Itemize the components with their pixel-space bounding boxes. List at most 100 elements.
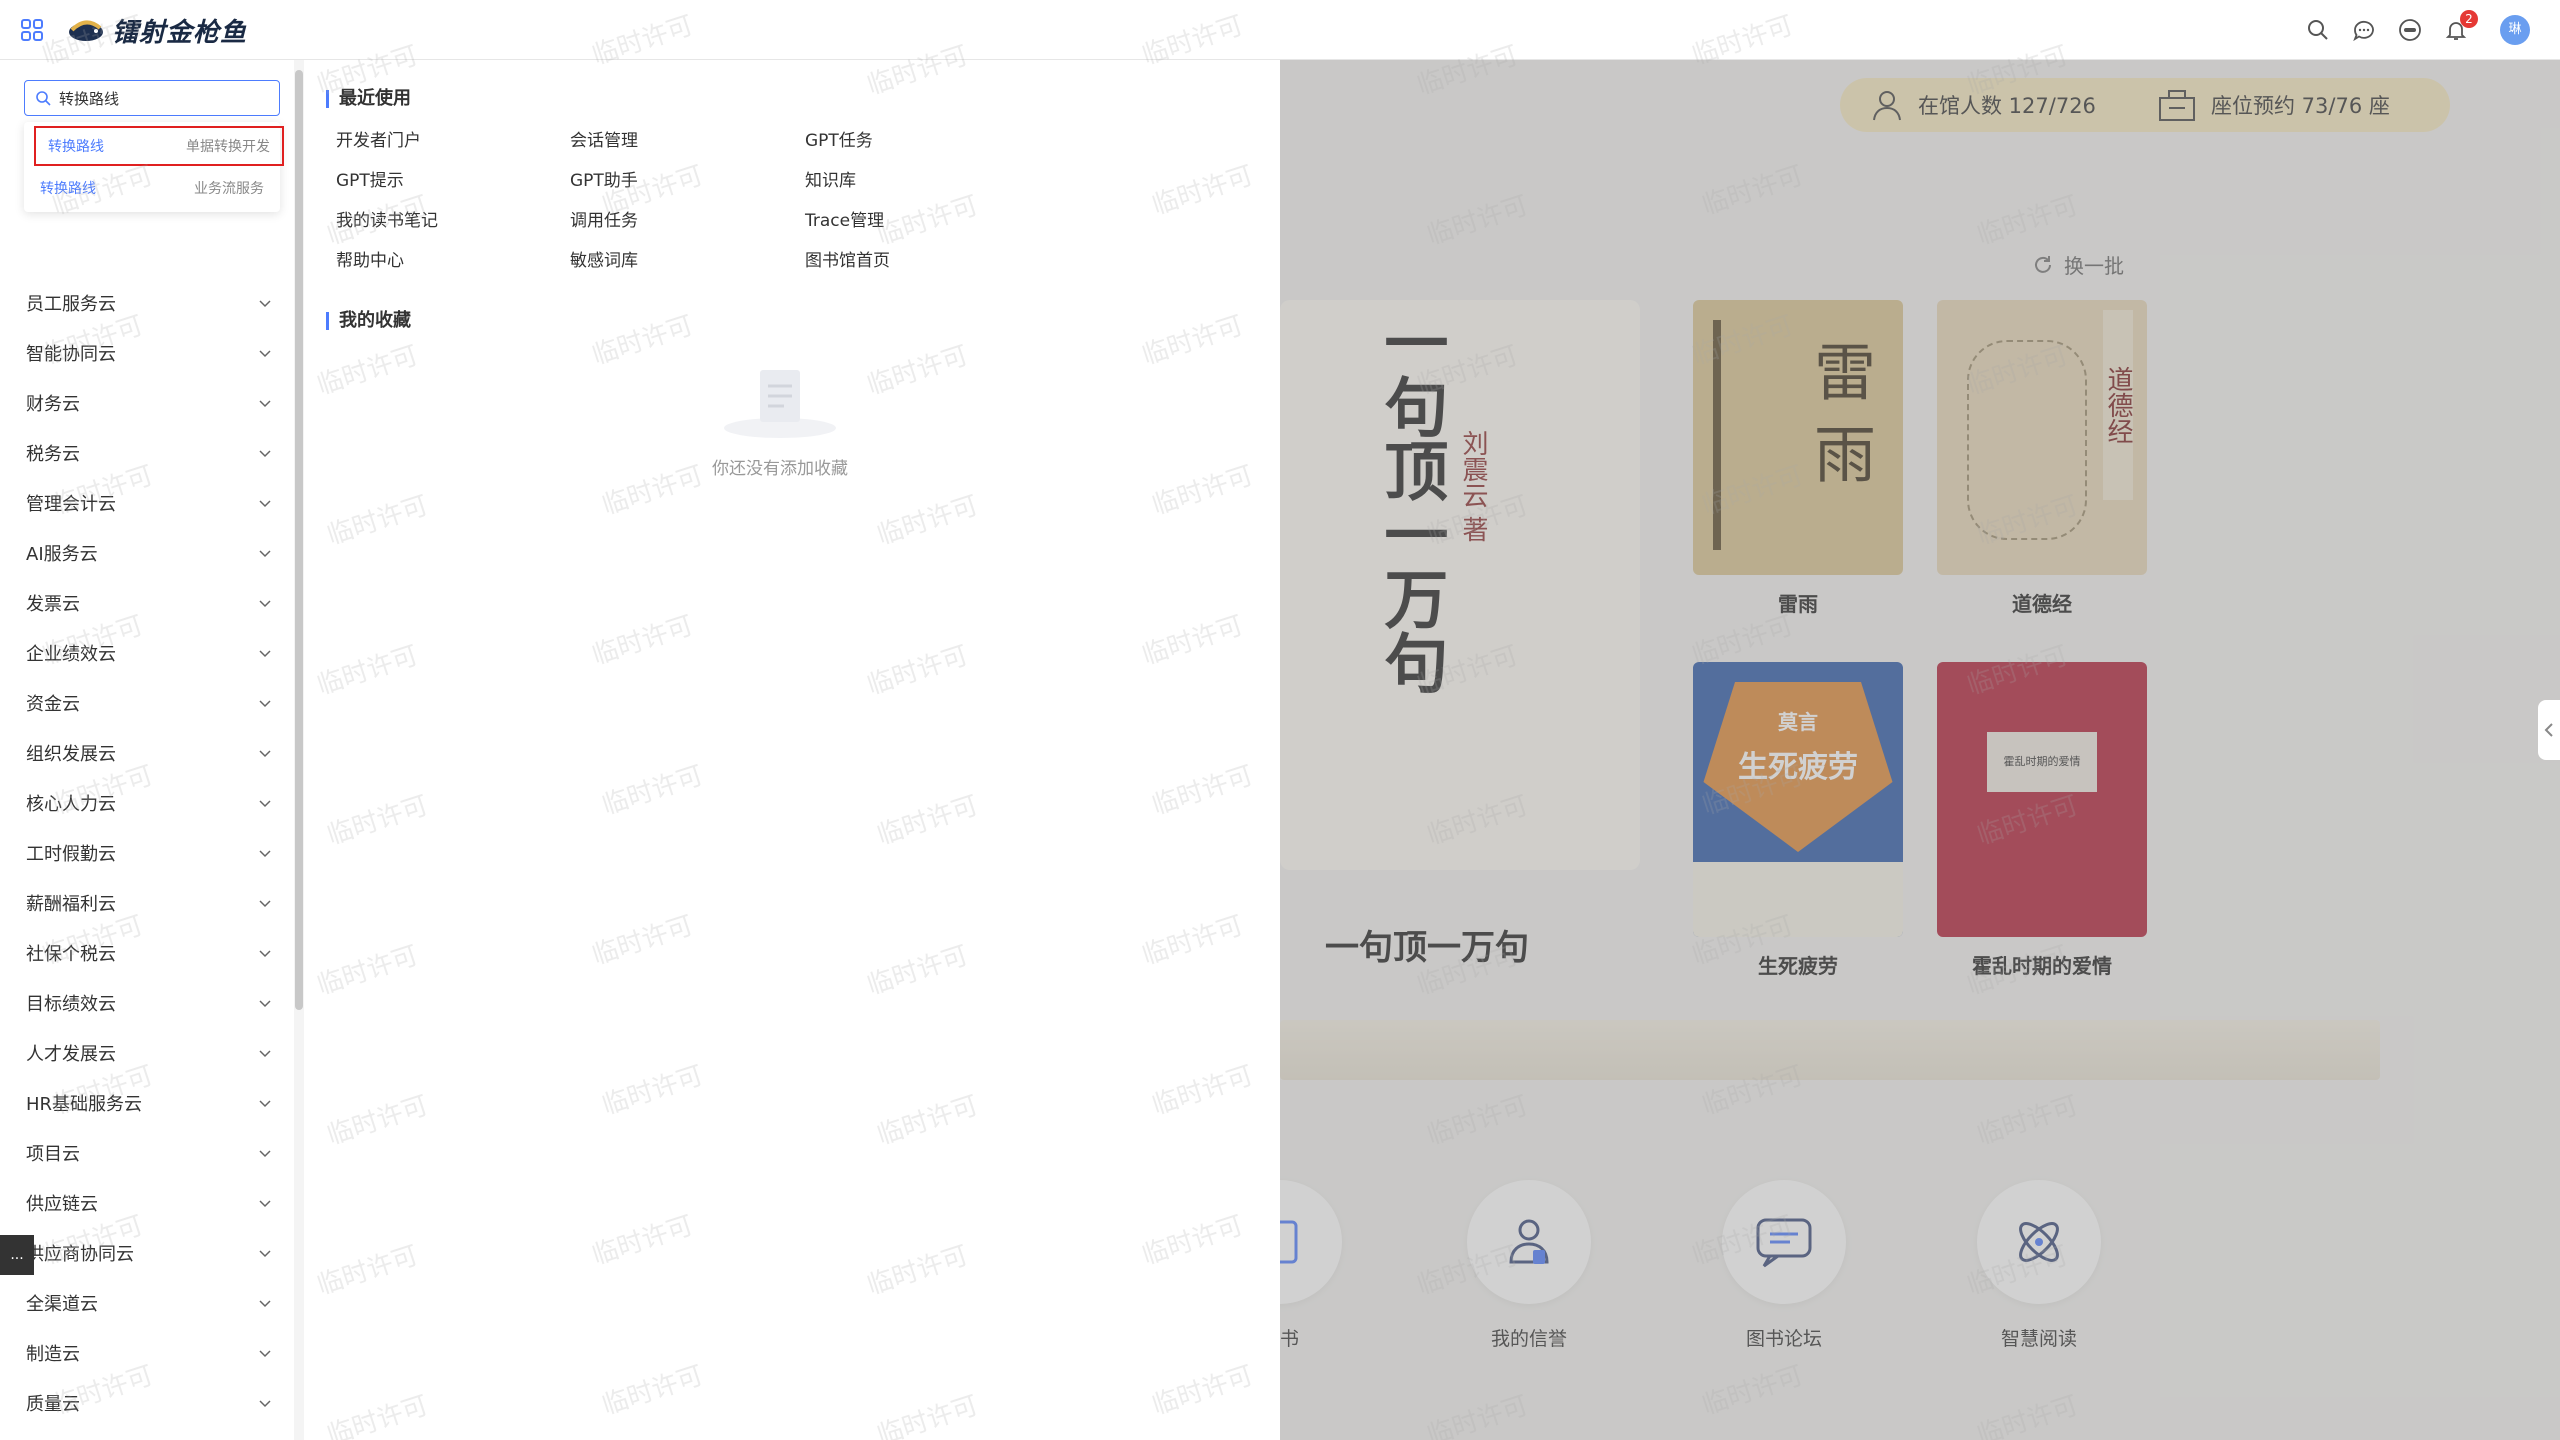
- chevron-down-icon: [259, 1050, 271, 1058]
- recent-link[interactable]: 开发者门户: [336, 126, 421, 151]
- sidebar-item-label: 管理会计云: [26, 494, 116, 515]
- sidebar-item-label: 财务云: [26, 394, 80, 415]
- sidebar-item[interactable]: 核心人力云: [0, 778, 296, 828]
- sidebar-item[interactable]: 资金云: [0, 678, 296, 728]
- sidebar-item[interactable]: 组织发展云: [0, 728, 296, 778]
- recent-link[interactable]: 我的读书笔记: [336, 206, 438, 231]
- app-grid-icon[interactable]: [20, 18, 44, 42]
- book-cover-shengsipilao-author: 莫言: [1778, 710, 1818, 734]
- refresh-button[interactable]: 换一批: [2032, 250, 2124, 279]
- shortcut-books[interactable]: 图书: [1280, 1180, 1380, 1351]
- visitor-count: 在馆人数 127/726: [1918, 94, 2096, 118]
- visitor-stat: 在馆人数 127/726: [1870, 88, 2133, 122]
- sidebar-item[interactable]: 智能协同云: [0, 328, 296, 378]
- recent-link[interactable]: 调用任务: [570, 206, 638, 231]
- sidebar-item[interactable]: 管理会计云: [0, 478, 296, 528]
- book-cover-daodejing[interactable]: 道德经: [1937, 300, 2147, 575]
- sidebar-item[interactable]: 供应链云: [0, 1178, 296, 1228]
- recent-link[interactable]: GPT提示: [336, 166, 404, 191]
- side-collapse-handle[interactable]: [2538, 700, 2560, 760]
- sidebar-item[interactable]: 人才发展云: [0, 1028, 296, 1078]
- menu-category-list: 员工服务云智能协同云财务云税务云管理会计云 AI服务云 发票云企业绩效云资金云组织发…: [0, 278, 296, 1440]
- book-cover-leiyu[interactable]: 雷 雨: [1693, 300, 1903, 575]
- sidebar-item[interactable]: 企业绩效云: [0, 628, 296, 678]
- app-logo[interactable]: 镭射金枪鱼: [66, 8, 247, 52]
- chevron-down-icon: [259, 1400, 271, 1408]
- sidebar-item[interactable]: 制造云: [0, 1328, 296, 1378]
- more-icon[interactable]: [2398, 18, 2422, 42]
- user-icon: [1873, 91, 1901, 121]
- sidebar-item-label: 核心人力云: [26, 794, 116, 815]
- sidebar-item[interactable]: 财务云: [0, 378, 296, 428]
- recent-link[interactable]: GPT助手: [570, 166, 638, 191]
- menu-sidebar: 转换路线 单据转换开发 转换路线 业务流服务 员工服务云智能协同云财务云税务云管…: [0, 60, 304, 1440]
- logo-text: 镭射金枪鱼: [112, 17, 248, 48]
- refresh-label: 换一批: [2064, 254, 2124, 278]
- message-icon[interactable]: [2352, 18, 2376, 42]
- recent-link[interactable]: 知识库: [805, 166, 856, 191]
- sidebar-item[interactable]: 工时假勤云: [0, 828, 296, 878]
- sidebar-item-label: 社保个税云: [26, 944, 116, 965]
- book-cover-shengsipilao-text: 生死疲劳: [1738, 750, 1858, 785]
- chevron-down-icon: [259, 500, 271, 508]
- sidebar-item[interactable]: 社保个税云: [0, 928, 296, 978]
- sidebar-item-label: 供应链云: [26, 1194, 98, 1215]
- book-cover-huoluan[interactable]: 霍乱时期的爱情: [1937, 662, 2147, 937]
- sidebar-item[interactable]: 全渠道云: [0, 1278, 296, 1328]
- search-icon[interactable]: [2306, 18, 2330, 42]
- sidebar-item[interactable]: AI服务云: [0, 528, 296, 578]
- featured-book-caption: 一句顶一万句: [1325, 928, 1529, 968]
- recent-link[interactable]: 会话管理: [570, 126, 638, 151]
- recent-link[interactable]: 图书馆首页: [805, 246, 890, 271]
- atom-icon: [2019, 1222, 2059, 1262]
- header-actions: 2 琳: [2306, 10, 2530, 46]
- sidebar-item[interactable]: 质量云: [0, 1378, 296, 1428]
- sidebar-item-label: 薪酬福利云: [26, 894, 116, 915]
- shortcut-smart-reading[interactable]: 智慧阅读: [1939, 1180, 2139, 1351]
- sidebar-item[interactable]: 供应链和制造服务云: [0, 1428, 296, 1440]
- chevron-down-icon: [259, 400, 271, 408]
- book-cover-shengsipilao[interactable]: 莫言 生死疲劳: [1693, 662, 1903, 937]
- recent-link[interactable]: 敏感词库: [570, 246, 638, 271]
- sidebar-item-label: 工时假勤云: [26, 844, 116, 865]
- sidebar-item[interactable]: 税务云: [0, 428, 296, 478]
- sidebar-item[interactable]: HR基础服务云: [0, 1078, 296, 1128]
- sidebar-item-label: 资金云: [26, 694, 80, 715]
- recent-link[interactable]: Trace管理: [805, 206, 884, 231]
- shortcut-forum[interactable]: 图书论坛: [1684, 1180, 1884, 1351]
- sidebar-item-label: 人才发展云: [26, 1044, 116, 1065]
- notification-button[interactable]: 2: [2444, 10, 2478, 42]
- sidebar-item[interactable]: 项目云: [0, 1128, 296, 1178]
- sidebar-item[interactable]: 发票云: [0, 578, 296, 628]
- search-result-item[interactable]: 转换路线 业务流服务: [24, 168, 280, 208]
- book-title-shengsipilao: 生死疲劳: [1758, 954, 1838, 978]
- sidebar-item[interactable]: 供应商协同云: [0, 1228, 296, 1278]
- chevron-down-icon: [259, 750, 271, 758]
- chevron-down-icon: [259, 600, 271, 608]
- menu-search-input[interactable]: [59, 89, 269, 107]
- sidebar-item[interactable]: 目标绩效云: [0, 978, 296, 1028]
- chevron-down-icon: [259, 1350, 271, 1358]
- menu-search-box[interactable]: [24, 80, 280, 116]
- sidebar-item-label: 目标绩效云: [26, 994, 116, 1015]
- featured-book-card[interactable]: 一句顶一万句 刘震云 著: [1280, 300, 1640, 870]
- floating-more-tab[interactable]: ...: [0, 1235, 34, 1275]
- sidebar-item-label: 税务云: [26, 444, 80, 465]
- seat-stat[interactable]: 座位预约 73/76 座: [2157, 88, 2420, 122]
- recent-section-title: 最近使用: [326, 90, 411, 108]
- sidebar-item-label: 企业绩效云: [26, 644, 116, 665]
- sidebar-item[interactable]: 薪酬福利云: [0, 878, 296, 928]
- sidebar-item[interactable]: 员工服务云: [0, 278, 296, 328]
- search-result-item[interactable]: 转换路线 单据转换开发: [34, 126, 284, 166]
- favorites-section-title: 我的收藏: [326, 312, 411, 330]
- sidebar-item-label: 员工服务云: [26, 294, 116, 315]
- chevron-down-icon: [259, 850, 271, 858]
- recent-link[interactable]: 帮助中心: [336, 246, 404, 271]
- avatar[interactable]: 琳: [2500, 15, 2530, 45]
- sidebar-scrollbar-thumb[interactable]: [295, 70, 303, 1010]
- recent-link[interactable]: GPT任务: [805, 126, 873, 151]
- seat-count: 座位预约 73/76 座: [2211, 94, 2390, 118]
- chevron-down-icon: [259, 1300, 271, 1308]
- search-result-name: 转换路线: [48, 139, 104, 155]
- shortcut-credit[interactable]: 我的信誉: [1429, 1180, 1629, 1351]
